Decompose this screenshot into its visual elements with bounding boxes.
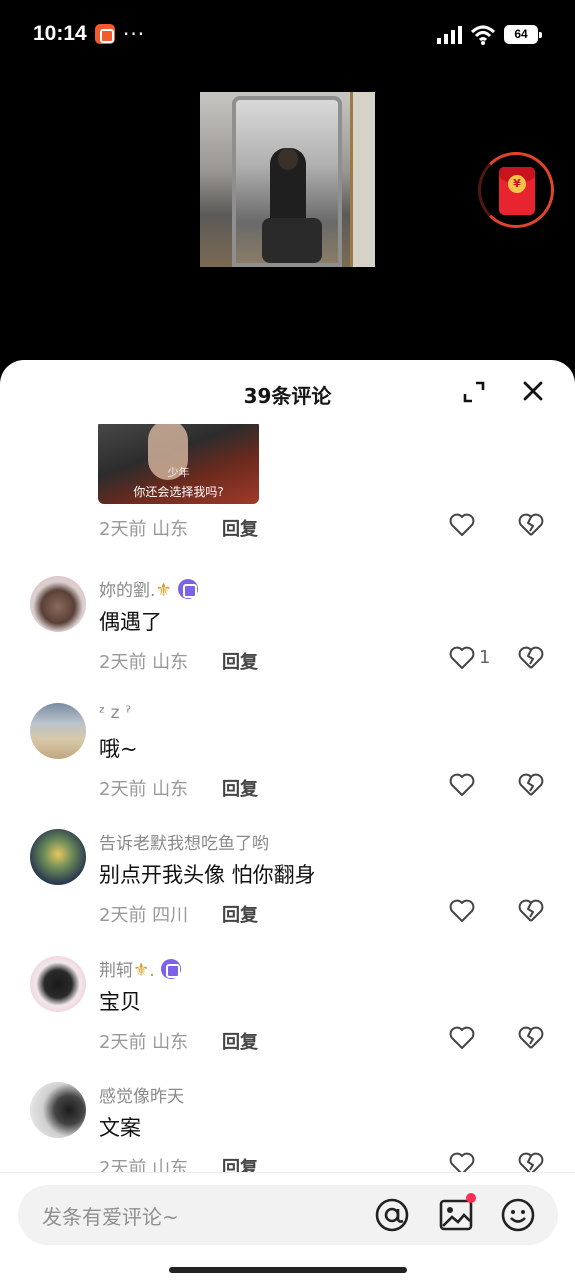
expand-icon[interactable] (462, 380, 486, 404)
comment-text: 偶遇了 (99, 610, 162, 634)
input-placeholder: 发条有爱评论~ (42, 1205, 179, 1229)
reply-button[interactable]: 回复 (222, 648, 258, 674)
comment-item: 告诉老默我想吃鱼了哟 别点开我头像 怕你翻身 2天前 四川 回复 (0, 829, 575, 955)
notification-dot (466, 1193, 476, 1203)
comment-item: 感觉像昨天 文案 2天前 山东 回复 (0, 1082, 575, 1174)
comment-image[interactable]: 少年 你还会选择我吗? (98, 424, 259, 504)
comment-username[interactable]: ᶻ z ˀ (99, 703, 131, 723)
avatar[interactable] (30, 576, 86, 632)
more-notifications-icon: ··· (123, 22, 146, 46)
reply-button[interactable]: 回复 (222, 1028, 258, 1054)
comment-username[interactable]: 妳的劉.⚜ (99, 576, 198, 601)
wifi-icon (470, 25, 496, 45)
comment-meta: 2天前 山东 (99, 1032, 189, 1053)
comment-text: 宝贝 (99, 990, 141, 1014)
reply-button[interactable]: 回复 (222, 1154, 258, 1174)
status-bar: 10:14 ··· 64 (0, 0, 575, 70)
avatar[interactable] (30, 703, 86, 759)
home-indicator[interactable] (169, 1267, 407, 1273)
like-icon[interactable] (449, 899, 475, 923)
comment-username[interactable]: 告诉老默我想吃鱼了哟 (99, 829, 269, 854)
dislike-icon[interactable] (518, 1152, 544, 1174)
fan-badge-icon (160, 959, 181, 979)
avatar[interactable] (30, 956, 86, 1012)
close-icon[interactable] (520, 378, 546, 404)
emoji-icon[interactable] (500, 1197, 536, 1233)
reply-button[interactable]: 回复 (222, 775, 258, 801)
comment-item: 荆轲⚜. 宝贝 2天前 山东 回复 (0, 956, 575, 1082)
comment-item: 少年 你还会选择我吗? 2天前 山东 回复 (0, 424, 575, 550)
like-icon[interactable] (449, 773, 475, 797)
comment-meta: 2天前 山东 (99, 779, 189, 800)
comment-text: 哦~ (99, 737, 138, 761)
like-icon[interactable] (449, 513, 475, 537)
dislike-icon[interactable] (518, 513, 544, 537)
comment-list[interactable]: 少年 你还会选择我吗? 2天前 山东 回复 妳的劉.⚜ 偶遇了 2天前 山东 回… (0, 424, 575, 1174)
reply-button[interactable]: 回复 (222, 901, 258, 927)
comment-meta: 2天前 四川 (99, 905, 189, 926)
comment-sheet: 39条评论 少年 你还会选择我吗? 2天前 山东 回复 妳的劉.⚜ 偶遇了 2天… (0, 360, 575, 1280)
comment-item: ᶻ z ˀ 哦~ 2天前 山东 回复 (0, 703, 575, 829)
mention-icon[interactable] (374, 1197, 410, 1233)
app-notification-icon (95, 24, 115, 44)
signal-icon (437, 26, 462, 44)
comment-username[interactable]: 感觉像昨天 (99, 1082, 184, 1107)
avatar[interactable] (30, 829, 86, 885)
reply-button[interactable]: 回复 (222, 515, 258, 541)
dislike-icon[interactable] (518, 1026, 544, 1050)
comment-text: 别点开我头像 怕你翻身 (99, 863, 316, 887)
comment-count-title: 39条评论 (243, 384, 332, 408)
like-icon[interactable] (449, 646, 475, 670)
like-icon[interactable] (449, 1152, 475, 1174)
fan-badge-icon (177, 579, 198, 599)
video-frame[interactable] (200, 92, 375, 267)
comment-input-bar: 发条有爱评论~ (0, 1172, 575, 1280)
comment-meta: 2天前 山东 (99, 1158, 189, 1174)
red-packet-icon: ¥ (499, 167, 535, 215)
red-packet-button[interactable]: ¥ (478, 152, 554, 228)
comment-username[interactable]: 荆轲⚜. (99, 956, 181, 981)
image-caption-top: 少年 (167, 466, 190, 479)
image-caption-bottom: 你还会选择我吗? (133, 485, 224, 499)
dislike-icon[interactable] (518, 646, 544, 670)
battery-icon: 64 (504, 25, 542, 44)
comment-text: 文案 (99, 1116, 141, 1140)
dislike-icon[interactable] (518, 773, 544, 797)
avatar[interactable] (30, 1082, 86, 1138)
comment-meta: 2天前 山东 (99, 652, 189, 673)
comment-input[interactable]: 发条有爱评论~ (18, 1185, 558, 1245)
like-icon[interactable] (449, 1026, 475, 1050)
comment-item: 妳的劉.⚜ 偶遇了 2天前 山东 回复 1 (0, 576, 575, 702)
dislike-icon[interactable] (518, 899, 544, 923)
sheet-header: 39条评论 (0, 360, 575, 424)
comment-meta: 2天前 山东 (99, 519, 189, 540)
status-time: 10:14 (33, 22, 87, 45)
like-count: 1 (479, 647, 491, 668)
